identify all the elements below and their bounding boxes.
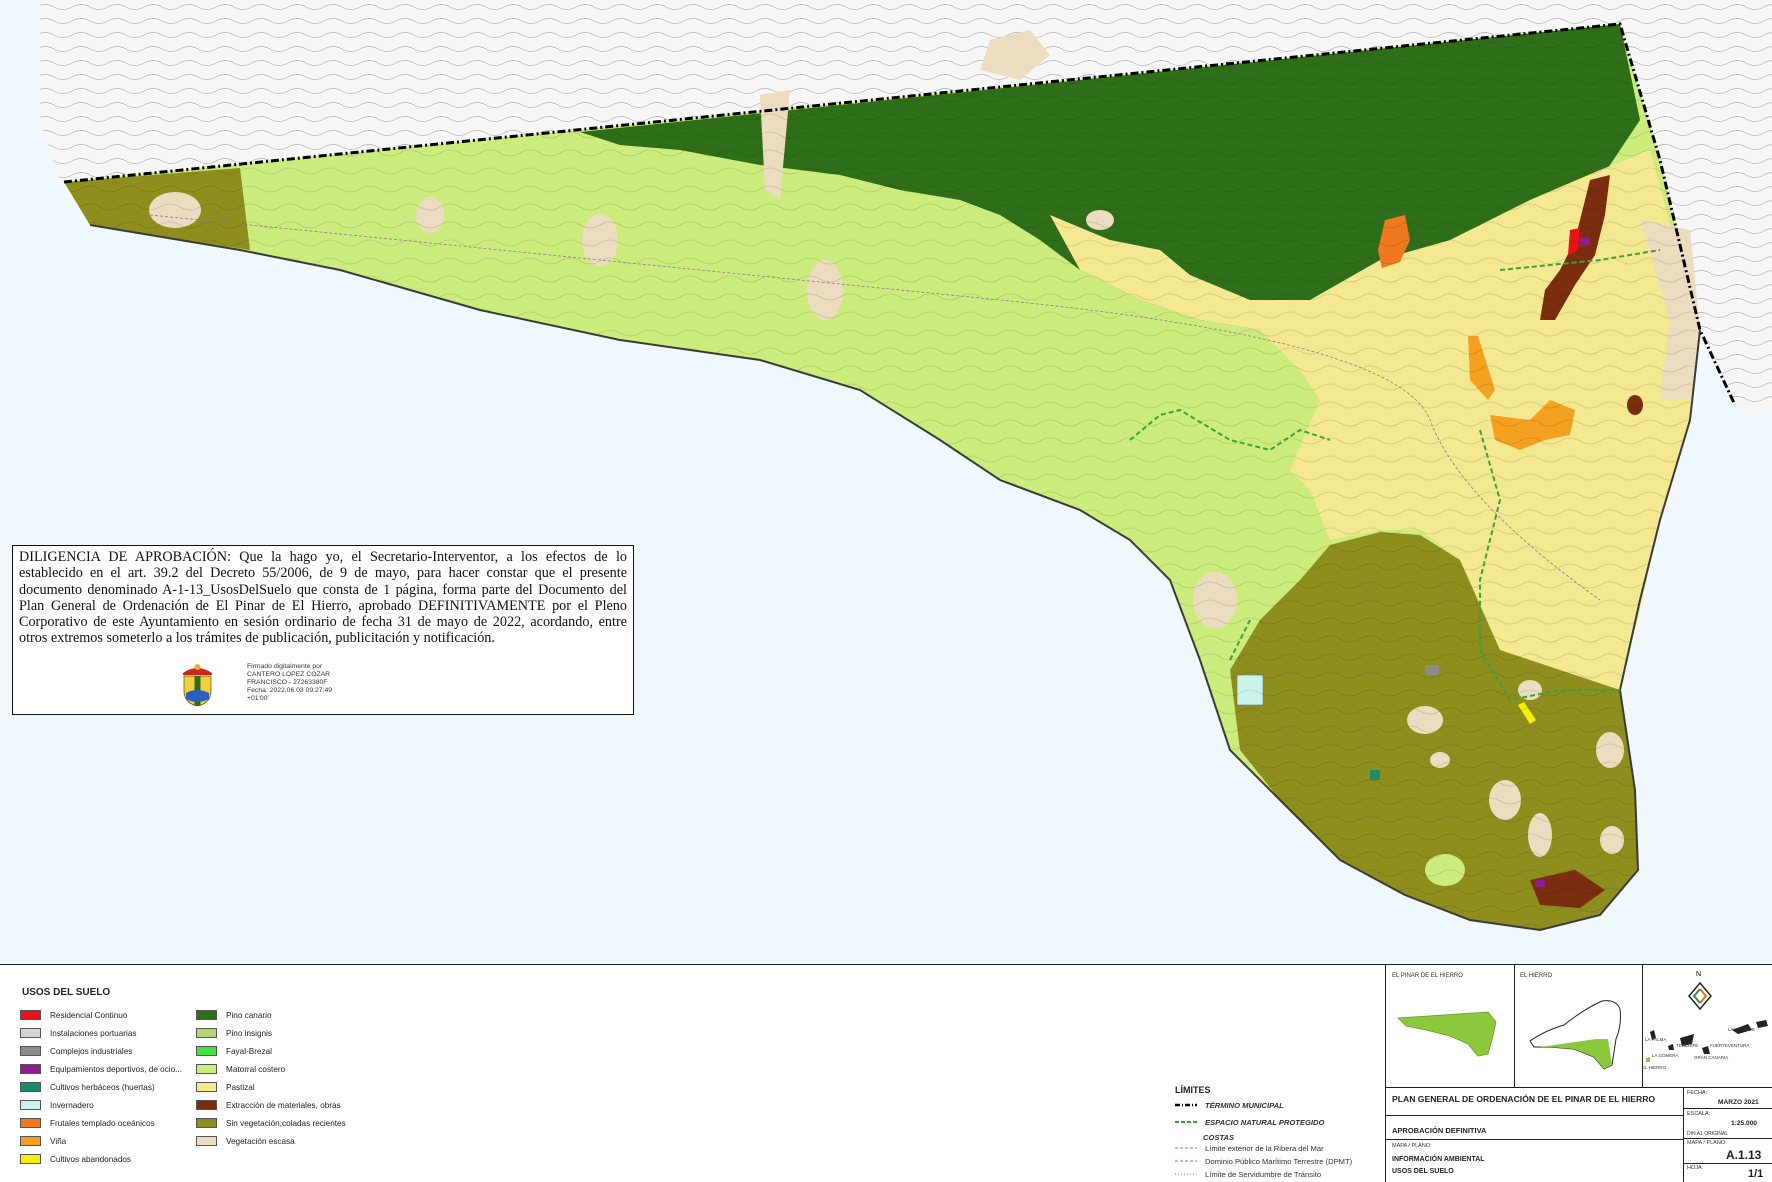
digital-signature: Firmado digitalmente por CANTERO LOPEZ C… [247,663,333,702]
legend-swatch [196,1082,217,1092]
legend-swatch [20,1100,41,1110]
pinar-silhouette [1397,1011,1497,1057]
legend-item: Pino canario [196,1009,272,1021]
legend-label: Invernadero [50,1100,94,1110]
legend-item: Frutales templado oceánicos [20,1117,155,1129]
legend-item: Viña [20,1135,66,1147]
legend-swatch [196,1010,217,1020]
limit-ribera: Límite exterior de la Ribera del Mar [1175,1143,1324,1153]
legend-item: Sin vegetación;coladas recientes [196,1117,346,1129]
legend-swatch [196,1100,217,1110]
legend-label: Matorral costero [226,1064,286,1074]
legend-title: USOS DEL SUELO [22,987,111,998]
hierro-silhouette [1529,1000,1621,1070]
legend-label: Pino canario [226,1010,272,1020]
legend-item: Residencial Continuo [20,1009,127,1021]
legend-swatch [196,1118,217,1128]
legend-item: Invernadero [20,1099,94,1111]
fecha-value: MARZO 2021 [1718,1099,1759,1106]
locator-pinar: EL PINAR DE EL HIERRO [1386,965,1515,1087]
legend-item: Complejos industriales [20,1045,132,1057]
legend-label: Fayal-Brezal [226,1046,272,1056]
legend-swatch [20,1028,41,1038]
legend-swatch [196,1064,217,1074]
legend-item: Equipamientos deportivos, de ocio... [20,1063,182,1075]
legend-swatch [196,1046,217,1056]
legend-swatch [196,1028,217,1038]
legend-label: Extracción de materiales, obras [226,1100,341,1110]
limits-title: LÍMITES [1175,1085,1211,1095]
legend-swatch [20,1136,41,1146]
legend-swatch [20,1010,41,1020]
info-ambiental: INFORMACIÓN AMBIENTAL [1392,1156,1485,1163]
limit-espacio-natural: ESPACIO NATURAL PROTEGIDO [1175,1117,1325,1127]
limit-termino-municipal: TÉRMINO MUNICIPAL [1175,1100,1284,1110]
legend-item: Cultivos abandonados [20,1153,131,1165]
legend-label: Pino insignis [226,1028,272,1038]
legend-swatch [20,1064,41,1074]
aprobacion-definitiva: APROBACIÓN DEFINITIVA [1392,1126,1487,1135]
north-arrow-icon [1688,981,1712,1011]
legend-label: Instalaciones portuarias [50,1028,137,1038]
limit-dpmt: Dominio Público Marítimo Terrestre (DPMT… [1175,1156,1353,1166]
legend-label: Frutales templado oceánicos [50,1118,155,1128]
legend-swatch [20,1082,41,1092]
legend-label: Sin vegetación;coladas recientes [226,1118,346,1128]
legend-item: Matorral costero [196,1063,285,1075]
plan-title: PLAN GENERAL DE ORDENACIÓN DE EL PINAR D… [1392,1094,1656,1104]
legend-swatch [20,1118,41,1128]
escala-value: 1:25.000 [1731,1120,1758,1127]
legend-item: Pino insignis [196,1027,272,1039]
legend-item: Fayal-Brezal [196,1045,272,1057]
legend-item: Extracción de materiales, obras [196,1099,341,1111]
land-use-map [0,0,1772,964]
legend-label: Residencial Continuo [50,1010,128,1020]
usos-del-suelo-subtitle: USOS DEL SUELO [1392,1168,1454,1175]
legend-swatch [20,1154,41,1164]
legend-swatch [196,1136,217,1146]
locator-canarias: N LA PALMA TENERIFE LANZAROTE FUERTEVENT… [1642,965,1772,1087]
legend-label: Viña [50,1136,67,1146]
legend-label: Complejos industriales [50,1046,133,1056]
legend-label: Cultivos abandonados [50,1154,132,1164]
diligencia-text: DILIGENCIA DE APROBACIÓN: Que la hago yo… [19,549,627,647]
legend-label: Equipamientos deportivos, de ocio... [50,1064,182,1074]
legend-label: Cultivos herbáceos (huertas) [50,1082,155,1092]
municipal-coat-of-arms [183,664,212,707]
legend-label: Vegetación escasa [226,1136,295,1146]
legend-panel: USOS DEL SUELO Residencial Continuo Insta… [0,964,1772,1182]
limit-servidumbre: Límite de Servidumbre de Tránsito [1175,1169,1322,1179]
legend-item: Cultivos herbáceos (huertas) [20,1081,155,1093]
title-block: EL PINAR DE EL HIERRO EL HIERRO N LA PAL… [1385,965,1772,1182]
legend-item: Vegetación escasa [196,1135,295,1147]
legend-item: Instalaciones portuarias [20,1027,136,1039]
legend-label: Pastizal [226,1082,255,1092]
plano-number: A.1.13 [1726,1148,1762,1162]
legend-item: Pastizal [196,1081,255,1093]
hoja-number: 1/1 [1748,1168,1764,1180]
legend-swatch [20,1046,41,1056]
locator-hierro: EL HIERRO [1514,965,1643,1087]
